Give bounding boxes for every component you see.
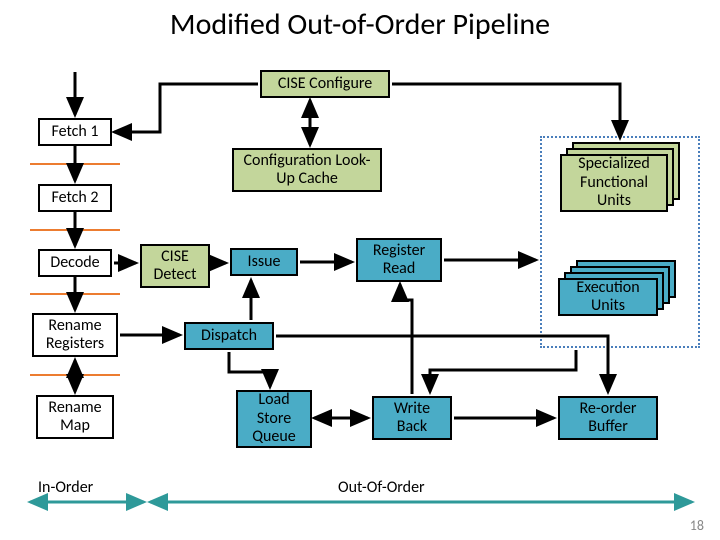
box-cise-configure: CISE Configure [260,70,390,98]
page-title: Modified Out-of-Order Pipeline [0,6,720,43]
stage-tick [30,163,120,165]
box-register-read: Register Read [356,238,442,282]
box-config-cache: Configuration Look-Up Cache [232,148,382,192]
stage-tick [30,374,120,376]
box-reorder-buffer: Re-order Buffer [558,396,658,440]
box-issue: Issue [230,248,298,276]
box-write-back: Write Back [372,396,452,440]
stack-execution-units: Execution Units [558,260,688,316]
box-rename-map: Rename Map [36,395,114,439]
label-in-order: In-Order [38,478,93,497]
box-fetch2: Fetch 2 [38,184,112,212]
stack-specialized-units: Specialized Functional Units [560,142,680,212]
box-specialized-units: Specialized Functional Units [560,154,668,212]
label-out-of-order: Out-Of-Order [338,478,425,497]
page-number: 18 [690,517,704,534]
stage-tick [30,229,120,231]
box-rename-registers: Rename Registers [32,313,118,357]
box-decode: Decode [38,249,112,277]
box-cise-detect: CISE Detect [140,244,210,288]
box-dispatch: Dispatch [184,322,274,350]
box-fetch1: Fetch 1 [38,118,112,146]
stage-tick [30,293,120,295]
box-execution-units: Execution Units [558,278,658,316]
box-load-store-queue: Load Store Queue [236,390,312,448]
